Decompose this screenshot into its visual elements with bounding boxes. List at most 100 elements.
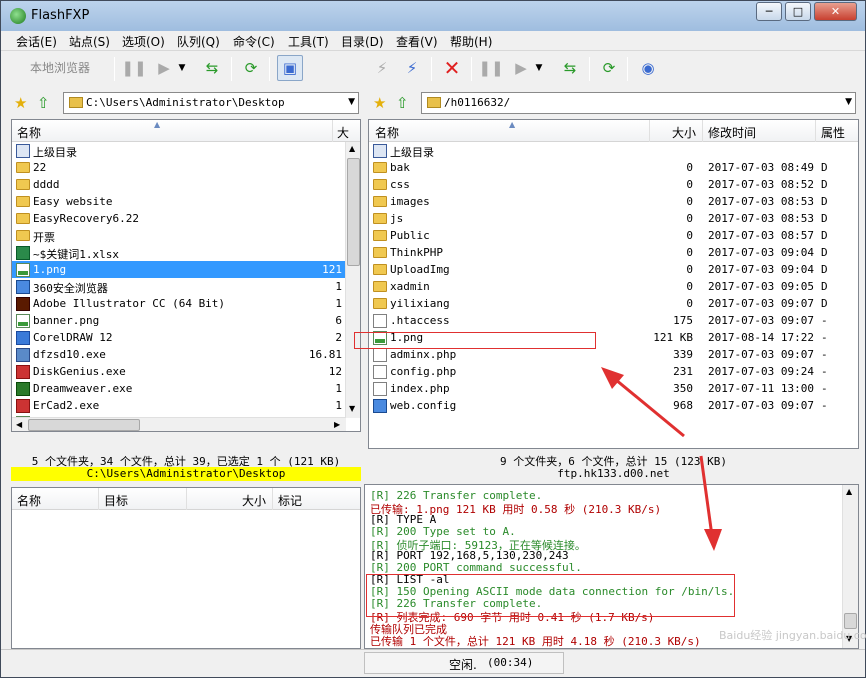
file-attr: D (821, 297, 828, 310)
col-size[interactable]: 大小 (242, 492, 266, 509)
file-row[interactable]: xadmin 0 2017-07-03 09:05 D (369, 278, 858, 295)
transfer-icon[interactable]: ⇆ (557, 55, 583, 81)
col-mtime[interactable]: 修改时间 (708, 124, 756, 141)
close-button[interactable]: ✕ (814, 2, 857, 21)
menu-sites[interactable]: 站点(S) (69, 33, 110, 50)
local-browser-button[interactable]: 本地浏览器 (13, 55, 107, 81)
favorites-star-icon[interactable]: ★ (14, 94, 27, 112)
file-row[interactable]: 22 (12, 159, 360, 176)
file-row[interactable]: 上级目录 (369, 142, 858, 159)
file-row[interactable]: .htaccess 175 2017-07-03 09:07- (369, 312, 858, 329)
pause-icon[interactable]: ❚❚ (478, 55, 504, 81)
connect-icon[interactable]: ⚡ (369, 55, 395, 81)
file-row[interactable]: js 0 2017-07-03 08:53 D (369, 210, 858, 227)
menu-view[interactable]: 查看(V) (396, 33, 438, 50)
disconnect-icon[interactable]: ⚡ (399, 55, 425, 81)
col-name[interactable]: 名称 (17, 492, 41, 509)
col-separator (272, 488, 273, 510)
col-target[interactable]: 目标 (104, 492, 128, 509)
col-name[interactable]: 名称 (375, 124, 399, 141)
scroll-thumb[interactable] (347, 158, 360, 266)
menu-options[interactable]: 选项(O) (122, 33, 165, 50)
scroll-thumb[interactable] (28, 419, 140, 431)
file-row[interactable]: 开票 (12, 227, 360, 244)
file-row[interactable]: ErCad2.exe 1 (12, 397, 360, 414)
flashfxp-window: FlashFXP ─ □ ✕ 会话(E) 站点(S) 选项(O) 队列(Q) 命… (0, 0, 866, 678)
window-title: FlashFXP (31, 8, 90, 23)
file-icon (373, 348, 387, 362)
col-size[interactable]: 大 (337, 124, 349, 141)
scroll-up-icon[interactable]: ▲ (846, 487, 852, 496)
png-file-icon (16, 263, 30, 277)
menu-commands[interactable]: 命令(C) (233, 33, 275, 50)
file-row[interactable]: UploadImg 0 2017-07-03 09:04 D (369, 261, 858, 278)
abort-icon[interactable]: ✕ (439, 55, 465, 81)
col-name[interactable]: 名称 (17, 124, 41, 141)
chevron-down-icon[interactable]: ▼ (348, 97, 355, 107)
file-row[interactable]: ~$关键词1.xlsx (12, 244, 360, 261)
maximize-button[interactable]: □ (785, 2, 811, 21)
go-icon[interactable]: ▶ (151, 55, 177, 81)
file-row[interactable]: banner.png 6 (12, 312, 360, 329)
menu-help[interactable]: 帮助(H) (450, 33, 492, 50)
folder-icon (69, 97, 83, 108)
file-row[interactable]: CorelDRAW 12 2 (12, 329, 360, 346)
local-path-combo[interactable]: C:\Users\Administrator\Desktop ▼ (63, 92, 359, 114)
file-mtime: 2017-07-03 09:05 (708, 280, 814, 293)
menu-directory[interactable]: 目录(D) (341, 33, 384, 50)
file-name: Dreamweaver.exe (33, 382, 133, 395)
file-row[interactable]: 上级目录 (12, 142, 360, 159)
scroll-down-icon[interactable]: ▼ (349, 404, 355, 413)
go-dropdown-icon[interactable]: ▼ (533, 55, 545, 81)
transfer-queue: 名称 目标 大小 标记 (11, 487, 361, 649)
file-row[interactable]: 1.png 121 (12, 261, 360, 278)
transfer-icon[interactable]: ⇆ (199, 55, 225, 81)
file-row[interactable]: dddd (12, 176, 360, 193)
chevron-down-icon[interactable]: ▼ (845, 97, 852, 107)
file-row[interactable]: 360安全浏览器 1 (12, 278, 360, 295)
file-icon (16, 246, 30, 260)
col-size[interactable]: 大小 (672, 124, 696, 141)
col-attr[interactable]: 属性 (821, 124, 845, 141)
log-scrollbar[interactable]: ▲ ▼ (842, 485, 858, 648)
file-row[interactable]: Public 0 2017-07-03 08:57 D (369, 227, 858, 244)
favorites-star-icon[interactable]: ★ (373, 94, 386, 112)
go-dropdown-icon[interactable]: ▼ (176, 55, 188, 81)
remote-list-header: 名称 ▲ 大小 修改时间 属性 (369, 120, 858, 142)
scroll-up-icon[interactable]: ▲ (349, 144, 355, 153)
menu-tools[interactable]: 工具(T) (288, 33, 329, 50)
parent-dir-icon[interactable]: ⇧ (396, 94, 409, 112)
remote-path-combo[interactable]: /h0116632/ ▼ (421, 92, 856, 114)
file-row[interactable]: DiskGenius.exe 12 (12, 363, 360, 380)
parent-dir-icon[interactable]: ⇧ (37, 94, 50, 112)
go-icon[interactable]: ▶ (508, 55, 534, 81)
col-flag[interactable]: 标记 (278, 492, 302, 509)
file-row[interactable]: css 0 2017-07-03 08:52 D (369, 176, 858, 193)
local-path-bar: ★ ⇧ C:\Users\Administrator\Desktop ▼ (1, 90, 363, 116)
remote-toolbar: ⚡ ⚡ ✕ ❚❚ ▶ ▼ ⇆ ⟳ ◉ (365, 52, 865, 86)
refresh-icon[interactable]: ⟳ (596, 55, 622, 81)
file-row[interactable]: yilixiang 0 2017-07-03 09:07 D (369, 295, 858, 312)
file-row[interactable]: images 0 2017-07-03 08:53 D (369, 193, 858, 210)
scroll-right-icon[interactable]: ▶ (334, 420, 340, 429)
file-row[interactable]: ThinkPHP 0 2017-07-03 09:04 D (369, 244, 858, 261)
menu-queue[interactable]: 队列(Q) (177, 33, 220, 50)
file-row[interactable]: bak 0 2017-07-03 08:49 D (369, 159, 858, 176)
png-file-icon (16, 314, 30, 328)
globe-icon[interactable]: ◉ (635, 55, 661, 81)
file-row[interactable]: Dreamweaver.exe 1 (12, 380, 360, 397)
file-name: 上级目录 (390, 146, 434, 159)
local-panel-toggle-icon[interactable]: ▣ (277, 55, 303, 81)
toolbar-separator (627, 57, 628, 81)
refresh-icon[interactable]: ⟳ (238, 55, 264, 81)
minimize-button[interactable]: ─ (756, 2, 782, 21)
local-vertical-scrollbar[interactable]: ▲ ▼ (345, 142, 360, 418)
pause-icon[interactable]: ❚❚ (121, 55, 147, 81)
local-horizontal-scrollbar[interactable]: ◀ ▶ (12, 417, 346, 431)
file-row[interactable]: dfzsd10.exe 16.81 (12, 346, 360, 363)
scroll-left-icon[interactable]: ◀ (16, 420, 22, 429)
file-row[interactable]: Adobe Illustrator CC (64 Bit) 1 (12, 295, 360, 312)
menu-session[interactable]: 会话(E) (16, 33, 57, 50)
file-row[interactable]: Easy website (12, 193, 360, 210)
file-row[interactable]: EasyRecovery6.22 (12, 210, 360, 227)
